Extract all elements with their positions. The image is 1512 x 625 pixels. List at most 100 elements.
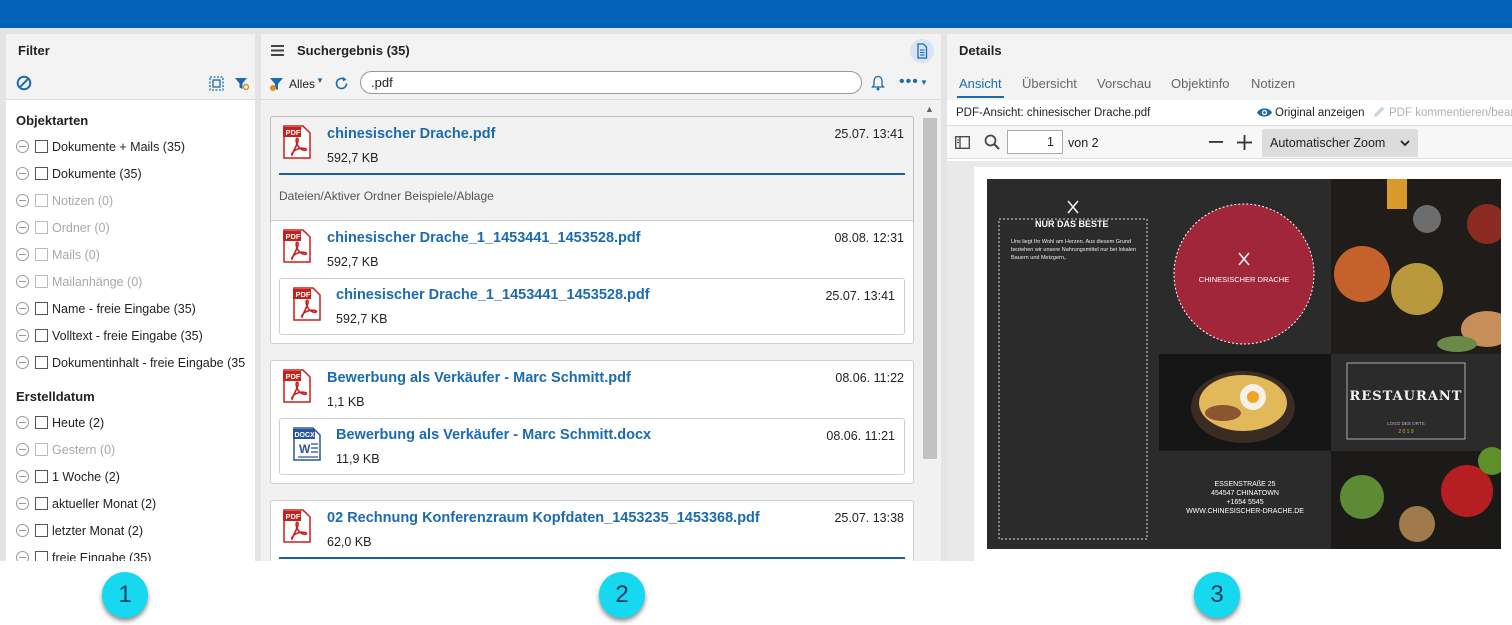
result-date: 25.07. 13:41 bbox=[834, 127, 904, 141]
refresh-icon[interactable] bbox=[334, 76, 349, 91]
filter-checkbox[interactable] bbox=[35, 302, 48, 315]
sidebar-toggle-icon[interactable] bbox=[955, 136, 970, 149]
tab-vorschau[interactable]: Vorschau bbox=[1097, 76, 1151, 91]
filter-item[interactable]: Ordner (0) bbox=[6, 214, 255, 241]
search-input[interactable]: .pdf bbox=[360, 71, 862, 94]
exclude-icon[interactable] bbox=[16, 329, 29, 342]
filter-checkbox[interactable] bbox=[35, 194, 48, 207]
breadcrumb-item[interactable]: Ablage bbox=[456, 189, 493, 203]
exclude-icon[interactable] bbox=[16, 524, 29, 537]
filter-item[interactable]: 1 Woche (2) bbox=[6, 463, 255, 490]
flyer-circle-text: CHINESISCHER DRACHE bbox=[1198, 275, 1290, 284]
page-number-input[interactable]: 1 bbox=[1007, 130, 1063, 154]
select-all-icon[interactable] bbox=[209, 76, 224, 91]
filter-checkbox[interactable] bbox=[35, 167, 48, 180]
filter-item[interactable]: Heute (2) bbox=[6, 409, 255, 436]
subresult-size: 592,7 KB bbox=[336, 312, 388, 326]
exclude-icon[interactable] bbox=[16, 497, 29, 510]
show-original-button[interactable]: Original anzeigen bbox=[1275, 107, 1365, 119]
exclude-icon[interactable] bbox=[16, 416, 29, 429]
filter-checkbox[interactable] bbox=[35, 497, 48, 510]
exclude-icon[interactable] bbox=[16, 275, 29, 288]
filter-item[interactable]: Name - freie Eingabe (35) bbox=[6, 295, 255, 322]
notification-bell-icon[interactable] bbox=[871, 75, 885, 91]
results-toolbar: Alles ▼ .pdf ••• ▼ bbox=[261, 67, 941, 100]
scope-filter-icon[interactable] bbox=[269, 76, 285, 92]
subresult-file-name[interactable]: Bewerbung als Verkäufer - Marc Schmitt.d… bbox=[336, 427, 651, 443]
svg-text:PDF: PDF bbox=[296, 290, 311, 299]
menu-icon[interactable] bbox=[271, 45, 284, 56]
result-card[interactable]: PDF chinesischer Drache.pdf 25.07. 13:41 59… bbox=[270, 116, 914, 228]
exclude-icon[interactable] bbox=[16, 356, 29, 369]
zoom-in-icon[interactable] bbox=[1237, 135, 1252, 150]
zoom-out-icon[interactable] bbox=[1209, 141, 1223, 144]
more-chevron-icon: ▼ bbox=[920, 78, 928, 87]
filter-item[interactable]: Mails (0) bbox=[6, 241, 255, 268]
results-scrollbar-thumb[interactable] bbox=[923, 118, 937, 459]
subresult-file-name[interactable]: chinesischer Drache_1_1453441_1453528.pd… bbox=[336, 287, 650, 303]
filter-item[interactable]: Mailanhänge (0) bbox=[6, 268, 255, 295]
result-file-name[interactable]: chinesischer Drache_1_1453441_1453528.pd… bbox=[327, 230, 641, 246]
filter-item[interactable]: Gestern (0) bbox=[6, 436, 255, 463]
result-file-name[interactable]: chinesischer Drache.pdf bbox=[327, 126, 495, 142]
filter-checkbox[interactable] bbox=[35, 551, 48, 561]
breadcrumb-item[interactable]: Aktiver Ordner Beispiele bbox=[324, 189, 453, 203]
exclude-icon[interactable] bbox=[16, 248, 29, 261]
filter-item-label: Dokumente (35) bbox=[52, 166, 142, 181]
result-card[interactable]: PDF chinesischer Drache_1_1453441_1453528… bbox=[270, 220, 914, 344]
filter-checkbox[interactable] bbox=[35, 470, 48, 483]
exclude-icon[interactable] bbox=[16, 302, 29, 315]
scroll-up-icon[interactable]: ▲ bbox=[925, 104, 934, 114]
filter-item[interactable]: freie Eingabe (35) bbox=[6, 544, 255, 561]
filter-checkbox[interactable] bbox=[35, 356, 48, 369]
result-subcard[interactable]: PDF chinesischer Drache_1_1453441_1453528… bbox=[279, 278, 905, 335]
result-file-name[interactable]: Bewerbung als Verkäufer - Marc Schmitt.p… bbox=[327, 370, 631, 386]
exclude-icon[interactable] bbox=[16, 167, 29, 180]
tab-objektinfo[interactable]: Objektinfo bbox=[1171, 76, 1230, 91]
result-card[interactable]: PDF Bewerbung als Verkäufer - Marc Schmit… bbox=[270, 360, 914, 484]
filter-checkbox[interactable] bbox=[35, 524, 48, 537]
clear-filter-icon[interactable] bbox=[16, 75, 32, 91]
exclude-icon[interactable] bbox=[16, 443, 29, 456]
scope-dropdown[interactable]: Alles bbox=[289, 77, 315, 91]
filter-checkbox[interactable] bbox=[35, 140, 48, 153]
pdf-viewer-area[interactable]: NUR DAS BESTE Uns liegt Ihr Wohl am Herz… bbox=[947, 161, 1512, 561]
filter-item[interactable]: Dokumente (35) bbox=[6, 160, 255, 187]
pdf-page: NUR DAS BESTE Uns liegt Ihr Wohl am Herz… bbox=[974, 167, 1512, 561]
filter-checkbox[interactable] bbox=[35, 221, 48, 234]
search-icon[interactable] bbox=[984, 134, 1000, 150]
filter-item[interactable]: Dokumentinhalt - freie Eingabe (35 bbox=[6, 349, 255, 376]
zoom-select[interactable]: Automatischer Zoom bbox=[1262, 129, 1418, 157]
filter-item[interactable]: Volltext - freie Eingabe (35) bbox=[6, 322, 255, 349]
tab-ansicht[interactable]: Ansicht bbox=[957, 76, 1004, 98]
annotate-pdf-button[interactable]: PDF kommentieren/bearbe bbox=[1389, 107, 1512, 119]
result-subcard[interactable]: DOCX W Bewerbung als Verkäufer - Marc Schm… bbox=[279, 418, 905, 475]
filter-checkbox[interactable] bbox=[35, 416, 48, 429]
exclude-icon[interactable] bbox=[16, 140, 29, 153]
filter-settings-icon[interactable] bbox=[234, 76, 250, 92]
exclude-icon[interactable] bbox=[16, 551, 29, 561]
details-tabs: Ansicht Übersicht Vorschau Objektinfo No… bbox=[947, 67, 1512, 100]
results-header: Suchergebnis (35) bbox=[261, 34, 941, 67]
tab-notizen[interactable]: Notizen bbox=[1251, 76, 1295, 91]
more-options-icon[interactable]: ••• bbox=[899, 73, 919, 91]
document-view-icon[interactable] bbox=[910, 39, 934, 63]
breadcrumb-item[interactable]: Dateien bbox=[279, 189, 320, 203]
tab-uebersicht[interactable]: Übersicht bbox=[1022, 76, 1077, 91]
filter-item[interactable]: aktueller Monat (2) bbox=[6, 490, 255, 517]
exclude-icon[interactable] bbox=[16, 470, 29, 483]
result-file-name[interactable]: 02 Rechnung Konferenzraum Kopfdaten_1453… bbox=[327, 510, 760, 526]
exclude-icon[interactable] bbox=[16, 194, 29, 207]
flyer-heading: NUR DAS BESTE bbox=[1035, 219, 1109, 229]
filter-section-title: Objektarten bbox=[16, 113, 89, 128]
exclude-icon[interactable] bbox=[16, 221, 29, 234]
filter-item[interactable]: letzter Monat (2) bbox=[6, 517, 255, 544]
result-card[interactable]: PDF 02 Rechnung Konferenzraum Kopfdaten_1… bbox=[270, 500, 914, 561]
filter-item-label: Gestern (0) bbox=[52, 442, 116, 457]
filter-checkbox[interactable] bbox=[35, 329, 48, 342]
filter-checkbox[interactable] bbox=[35, 275, 48, 288]
filter-item[interactable]: Dokumente + Mails (35) bbox=[6, 133, 255, 160]
filter-checkbox[interactable] bbox=[35, 248, 48, 261]
filter-checkbox[interactable] bbox=[35, 443, 48, 456]
filter-item[interactable]: Notizen (0) bbox=[6, 187, 255, 214]
